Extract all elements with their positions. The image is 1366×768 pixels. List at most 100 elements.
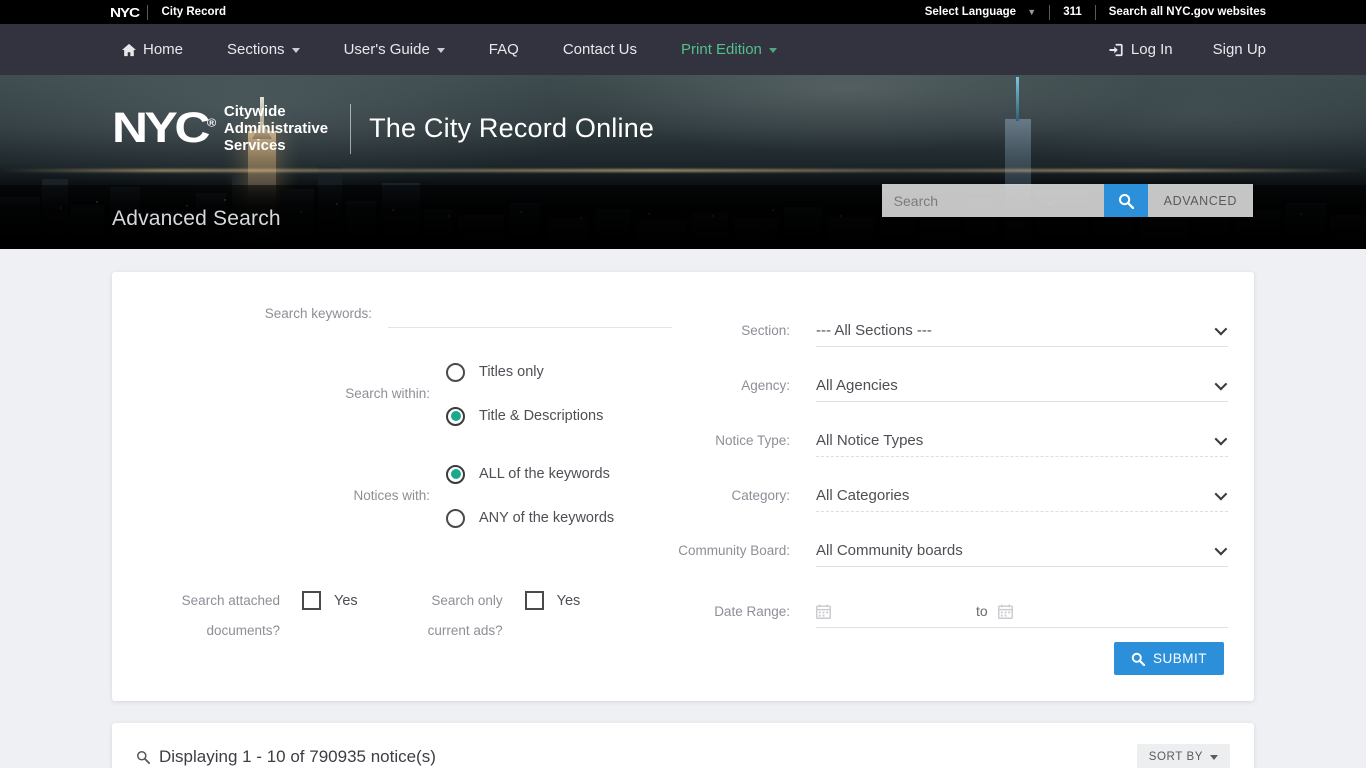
attached-documents-label-line1: Search attached bbox=[181, 593, 280, 608]
nyc-logo[interactable]: NYC bbox=[110, 5, 140, 20]
nav-item-users-guide-label: User's Guide bbox=[343, 41, 430, 58]
agency-selected-value: All Agencies bbox=[816, 376, 898, 394]
nav-right-group: Log In Sign Up bbox=[1069, 41, 1266, 58]
category-label: Category: bbox=[731, 488, 790, 503]
section-select[interactable]: --- All Sections --- bbox=[816, 314, 1228, 347]
notice-type-label: Notice Type: bbox=[715, 433, 790, 448]
section-selected-value: --- All Sections --- bbox=[816, 321, 932, 339]
community-board-select[interactable]: All Community boards bbox=[816, 534, 1228, 567]
nav-item-print-edition[interactable]: Print Edition bbox=[659, 41, 799, 58]
nav-item-faq[interactable]: FAQ bbox=[467, 41, 541, 58]
advanced-search-form: Search keywords: Search within: Titles o… bbox=[112, 302, 1254, 701]
nav-item-contact-us[interactable]: Contact Us bbox=[541, 41, 659, 58]
category-select[interactable]: All Categories bbox=[816, 479, 1228, 512]
current-ads-label: Search only current ads? bbox=[383, 586, 503, 646]
select-language-button[interactable]: Select Language ▼ bbox=[925, 6, 1037, 18]
search-keywords-input[interactable] bbox=[388, 302, 672, 328]
radio-circle-selected-icon bbox=[446, 406, 465, 426]
submit-button-label: SUBMIT bbox=[1152, 651, 1207, 666]
nav-left-group: Home Sections User's Guide FAQ Contact U… bbox=[122, 41, 799, 58]
agency-line-3: Services bbox=[223, 137, 286, 155]
page-title: Advanced Search bbox=[112, 207, 281, 230]
select-language-label: Select Language bbox=[924, 6, 1017, 18]
calendar-icon bbox=[816, 604, 831, 619]
attached-documents-option: Search attached documents? Yes bbox=[130, 586, 358, 646]
attached-documents-label-line2: documents? bbox=[206, 623, 280, 638]
current-ads-checkbox[interactable] bbox=[524, 591, 544, 610]
search-icon bbox=[1131, 652, 1145, 666]
current-ads-option: Search only current ads? Yes bbox=[383, 586, 580, 646]
nav-item-faq-label: FAQ bbox=[488, 41, 519, 58]
date-from-field[interactable] bbox=[816, 604, 976, 619]
section-select-row: Section: --- All Sections --- bbox=[672, 314, 1228, 347]
radio-any-keywords-label: ANY of the keywords bbox=[479, 510, 615, 526]
sort-by-button[interactable]: SORT BY bbox=[1136, 744, 1230, 768]
login-label: Log In bbox=[1130, 41, 1173, 58]
hero-banner: NYC® Citywide Administrative Services Th… bbox=[0, 75, 1366, 249]
utility-bar: NYC City Record Select Language ▼ 311 Se… bbox=[0, 0, 1366, 24]
notices-with-label: Notices with: bbox=[353, 488, 430, 503]
chevron-down-icon bbox=[1214, 322, 1228, 336]
current-ads-label-line2: current ads? bbox=[427, 623, 503, 638]
section-label: Section: bbox=[741, 323, 790, 338]
radio-titles-only-label: Titles only bbox=[479, 364, 544, 380]
chevron-down-icon bbox=[291, 48, 300, 53]
form-right-column: Section: --- All Sections --- Agency: Al… bbox=[672, 302, 1254, 675]
signup-button[interactable]: Sign Up bbox=[1173, 41, 1266, 58]
search-all-nyc-link[interactable]: Search all NYC.gov websites bbox=[1109, 6, 1266, 18]
signup-label: Sign Up bbox=[1212, 41, 1266, 58]
utility-bar-left: NYC City Record bbox=[0, 4, 226, 20]
calendar-icon bbox=[997, 604, 1013, 619]
attached-documents-label: Search attached documents? bbox=[130, 586, 280, 646]
chevron-down-icon: ▼ bbox=[1027, 7, 1037, 17]
date-range-label: Date Range: bbox=[714, 604, 790, 619]
site-label: City Record bbox=[161, 6, 226, 18]
radio-titles-only[interactable]: Titles only bbox=[446, 350, 603, 394]
date-range-row: Date Range: to bbox=[672, 595, 1228, 628]
radio-any-keywords[interactable]: ANY of the keywords bbox=[446, 496, 614, 540]
notice-type-select[interactable]: All Notice Types bbox=[816, 424, 1228, 457]
category-selected-value: All Categories bbox=[816, 486, 910, 504]
date-to-field[interactable] bbox=[997, 604, 1013, 619]
brand-divider bbox=[350, 103, 352, 154]
registered-mark: ® bbox=[206, 117, 217, 130]
radio-all-keywords-label: ALL of the keywords bbox=[479, 466, 610, 482]
results-summary-text: Displaying 1 - 10 of 790935 notice(s) bbox=[159, 747, 436, 766]
chevron-down-icon bbox=[1214, 487, 1228, 501]
login-icon bbox=[1109, 43, 1124, 57]
radio-circle-selected-icon bbox=[446, 464, 465, 484]
main-navigation: Home Sections User's Guide FAQ Contact U… bbox=[0, 24, 1366, 75]
agency-line-2: Administrative bbox=[223, 120, 329, 138]
phone-311-link[interactable]: 311 bbox=[1063, 6, 1082, 18]
radio-title-and-descriptions[interactable]: Title & Descriptions bbox=[446, 394, 603, 438]
submit-button[interactable]: SUBMIT bbox=[1113, 642, 1224, 675]
agency-select[interactable]: All Agencies bbox=[816, 369, 1228, 402]
agency-select-row: Agency: All Agencies bbox=[672, 369, 1228, 402]
community-board-select-row: Community Board: All Community boards bbox=[672, 534, 1228, 567]
notices-with-row: Notices with: ALL of the keywords ANY of… bbox=[130, 452, 672, 540]
date-range-to-label: to bbox=[976, 603, 988, 619]
chevron-down-icon bbox=[1214, 377, 1228, 391]
attached-documents-checkbox[interactable] bbox=[302, 591, 321, 610]
site-title: The City Record Online bbox=[369, 113, 655, 144]
search-within-radio-group: Titles only Title & Descriptions bbox=[430, 350, 603, 438]
nav-item-sections-label: Sections bbox=[227, 41, 285, 58]
login-button[interactable]: Log In bbox=[1069, 41, 1173, 58]
utility-divider bbox=[147, 4, 149, 20]
category-select-row: Category: All Categories bbox=[672, 479, 1228, 512]
search-submit-button[interactable] bbox=[1103, 184, 1148, 217]
advanced-search-form-card: Search keywords: Search within: Titles o… bbox=[112, 272, 1254, 701]
nav-item-home[interactable]: Home bbox=[122, 41, 205, 58]
radio-all-keywords[interactable]: ALL of the keywords bbox=[446, 452, 614, 496]
nav-item-sections[interactable]: Sections bbox=[205, 41, 322, 58]
community-board-label: Community Board: bbox=[678, 543, 790, 558]
nyc-wordmark-logo[interactable]: NYC® bbox=[112, 107, 216, 150]
utility-divider-3 bbox=[1094, 4, 1096, 20]
nav-item-users-guide[interactable]: User's Guide bbox=[322, 41, 467, 58]
search-input[interactable] bbox=[881, 184, 1104, 217]
radio-circle-icon bbox=[446, 362, 465, 382]
advanced-search-button[interactable]: ADVANCED bbox=[1147, 184, 1253, 217]
radio-circle-icon bbox=[446, 508, 465, 528]
nav-item-print-edition-label: Print Edition bbox=[681, 41, 762, 58]
nav-item-home-label: Home bbox=[143, 41, 184, 58]
